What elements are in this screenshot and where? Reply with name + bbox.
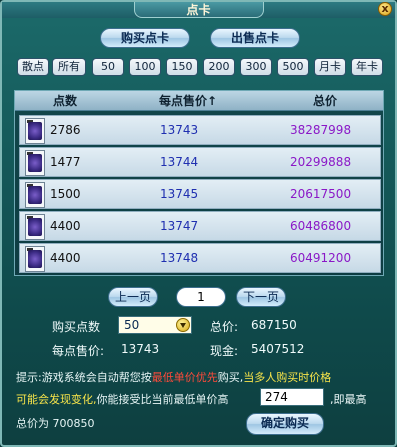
row-price: 13747 [160,219,199,233]
hint-line-3: 总价为 700850 [16,417,95,430]
table-row[interactable]: 1500 13745 20617500 [19,179,381,209]
cash-value: 5407512 [251,342,305,356]
row-qty: 1477 [50,155,81,169]
tolerance-price-field[interactable]: 274 [260,388,324,406]
next-page-button[interactable]: 下一页 [236,287,286,307]
total-label: 总价: [210,320,239,334]
table-row[interactable]: 2786 13743 38287998 [19,115,381,145]
confirm-purchase-button[interactable]: 确定购买 [246,413,324,435]
filter-100[interactable]: 100 [129,58,161,76]
buy-qty-value: 50 [124,318,140,332]
row-total: 20617500 [290,187,352,201]
table-row[interactable]: 4400 13748 60491200 [19,243,381,273]
chevron-down-icon[interactable] [176,318,190,332]
buy-qty-label: 购买点数 [52,320,101,334]
card-icon [25,182,45,208]
filter-200[interactable]: 200 [203,58,235,76]
row-price: 13743 [160,123,199,137]
row-qty: 2786 [50,123,81,137]
row-qty: 4400 [50,219,81,233]
title-bar: 点卡 x [2,2,395,18]
filter-month-card[interactable]: 月卡 [314,58,346,76]
filter-year-card[interactable]: 年卡 [351,58,383,76]
hint-line-2-tail: ,即最高 [330,393,367,406]
unit-price-value: 13743 [121,342,160,356]
table-header: 点数 每点售价↑ 总价 [15,91,383,111]
hint-line-1: 提示:游戏系统会自动帮您按最低单价优先购买,当多人购买时价格 [16,371,332,384]
buy-qty-select[interactable]: 50 [118,316,192,334]
card-icon [25,246,45,272]
row-total: 38287998 [290,123,352,137]
window-title: 点卡 [186,3,211,17]
sell-card-tab[interactable]: 出售点卡 [210,28,300,48]
cash-label: 现金: [210,344,239,358]
card-trade-window: 点卡 x 购买点卡 出售点卡 散点 所有 50 100 150 200 300 … [0,0,397,447]
filter-50[interactable]: 50 [92,58,124,76]
row-total: 60491200 [290,251,352,265]
card-icon [25,118,45,144]
filter-150[interactable]: 150 [166,58,198,76]
filter-scattered[interactable]: 散点 [17,58,49,76]
card-icon [25,150,45,176]
row-price: 13748 [160,251,199,265]
table-row[interactable]: 1477 13744 20299888 [19,147,381,177]
row-qty: 1500 [50,187,81,201]
buy-card-tab[interactable]: 购买点卡 [100,28,190,48]
page-number-field[interactable]: 1 [176,287,226,307]
row-total: 60486800 [290,219,352,233]
filter-all[interactable]: 所有 [52,58,86,76]
row-price: 13744 [160,155,199,169]
card-icon [25,214,45,240]
prev-page-button[interactable]: 上一页 [108,287,158,307]
header-price[interactable]: 每点售价↑ [159,91,217,111]
row-total: 20299888 [290,155,352,169]
row-qty: 4400 [50,251,81,265]
total-value: 687150 [251,318,297,332]
close-button[interactable]: x [378,2,392,16]
row-price: 13745 [160,187,199,201]
table-row[interactable]: 4400 13747 60486800 [19,211,381,241]
header-qty[interactable]: 点数 [53,91,77,111]
listing-table: 点数 每点售价↑ 总价 2786 13743 38287998 1477 137… [14,90,384,276]
header-total[interactable]: 总价 [313,91,337,111]
filter-300[interactable]: 300 [240,58,272,76]
unit-price-label: 每点售价: [52,344,105,358]
filter-500[interactable]: 500 [277,58,309,76]
